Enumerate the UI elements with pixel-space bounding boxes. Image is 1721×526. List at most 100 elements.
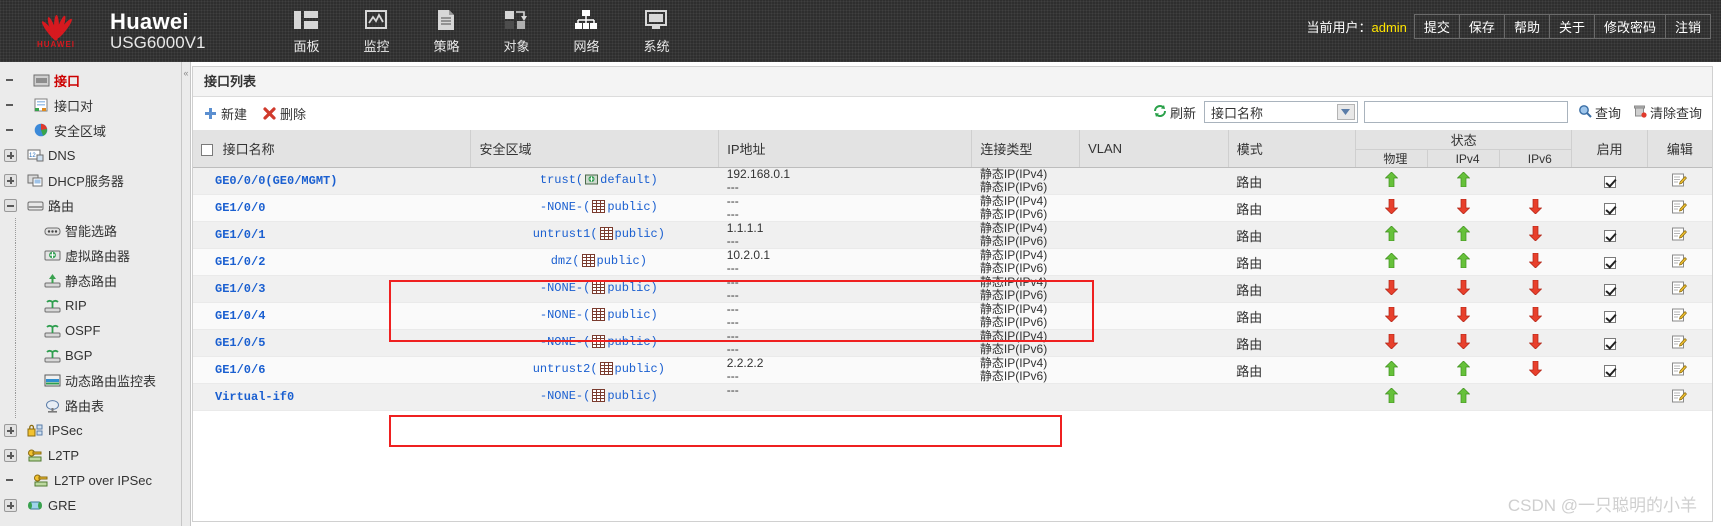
sidebar-item-7[interactable]: 虚拟路由器 xyxy=(0,243,181,268)
edit-icon[interactable] xyxy=(1672,227,1688,244)
enable-checkbox[interactable] xyxy=(1603,256,1616,269)
cell-edit[interactable] xyxy=(1647,329,1712,357)
sidebar-item-6[interactable]: 智能选路 xyxy=(0,218,181,243)
cell-security-zone[interactable]: -NONE-(public) xyxy=(470,302,719,330)
clear-query-button[interactable]: 清除查询 xyxy=(1633,103,1702,122)
sidebar-item-1[interactable]: 接口对 xyxy=(0,93,181,118)
delete-button[interactable]: 删除 xyxy=(263,104,306,123)
cell-enable[interactable] xyxy=(1571,194,1648,222)
cell-security-zone[interactable]: -NONE-(public) xyxy=(470,194,719,222)
sidebar-collapse-button[interactable]: « xyxy=(182,62,191,526)
edit-icon[interactable] xyxy=(1672,200,1688,217)
enable-checkbox[interactable] xyxy=(1603,283,1616,296)
enable-checkbox[interactable] xyxy=(1603,364,1616,377)
enable-checkbox[interactable] xyxy=(1603,337,1616,350)
table-row[interactable]: GE1/0/5 -NONE-(public) --- --- 静态IP(IPv4) 静态I… xyxy=(193,329,1712,357)
cell-interface-name[interactable]: GE1/0/2 xyxy=(193,248,471,276)
header-link-about[interactable]: 关于 xyxy=(1550,15,1595,38)
cell-enable[interactable] xyxy=(1571,302,1648,330)
sidebar-item-12[interactable]: 动态路由监控表 xyxy=(0,368,181,393)
cell-edit[interactable] xyxy=(1647,167,1712,195)
cell-enable[interactable] xyxy=(1571,329,1648,357)
nav-item-network[interactable]: 网络 xyxy=(551,7,621,55)
sidebar-item-3[interactable]: 12 DNS xyxy=(0,143,181,168)
refresh-button[interactable]: 刷新 xyxy=(1153,103,1196,122)
expand-icon[interactable] xyxy=(4,499,17,512)
search-input[interactable] xyxy=(1363,101,1568,123)
table-row[interactable]: GE1/0/4 -NONE-(public) --- --- 静态IP(IPv4) 静态I… xyxy=(193,302,1712,330)
cell-edit[interactable] xyxy=(1647,221,1712,249)
sidebar-item-0[interactable]: 接口 xyxy=(0,68,181,93)
sidebar-item-15[interactable]: L2TP xyxy=(0,443,181,468)
chevron-down-icon[interactable] xyxy=(1336,104,1355,120)
table-row[interactable]: Virtual-if0 -NONE-(public) --- xyxy=(193,383,1712,411)
sidebar-item-9[interactable]: RIP xyxy=(0,293,181,318)
edit-icon[interactable] xyxy=(1672,173,1688,190)
header-link-submit[interactable]: 提交 xyxy=(1415,15,1460,38)
expand-icon[interactable] xyxy=(4,149,17,162)
cell-interface-name[interactable]: GE1/0/5 xyxy=(193,329,471,357)
expand-icon[interactable] xyxy=(4,174,17,187)
table-row[interactable]: GE1/0/1 untrust1(public) 1.1.1.1 --- 静态IP(IP… xyxy=(193,221,1712,249)
cell-interface-name[interactable]: Virtual-if0 xyxy=(193,383,471,411)
sidebar-item-4[interactable]: DHCP服务器 xyxy=(0,168,181,193)
cell-security-zone[interactable]: -NONE-(public) xyxy=(470,329,719,357)
cell-security-zone[interactable]: dmz(public) xyxy=(470,248,719,276)
cell-enable[interactable] xyxy=(1571,167,1648,195)
header-link-logout[interactable]: 注销 xyxy=(1666,15,1710,38)
cell-enable[interactable] xyxy=(1571,221,1648,249)
table-row[interactable]: GE0/0/0(GE0/MGMT) trust(default) 192.168.0… xyxy=(193,167,1712,195)
cell-enable[interactable] xyxy=(1571,275,1648,303)
nav-item-monitor[interactable]: 监控 xyxy=(341,7,411,55)
cell-security-zone[interactable]: untrust2(public) xyxy=(470,356,719,384)
cell-edit[interactable] xyxy=(1647,383,1712,411)
edit-icon[interactable] xyxy=(1672,254,1688,271)
cell-security-zone[interactable]: untrust1(public) xyxy=(470,221,719,249)
cell-edit[interactable] xyxy=(1647,194,1712,222)
enable-checkbox[interactable] xyxy=(1603,175,1616,188)
sidebar-item-5[interactable]: 路由 xyxy=(0,193,181,218)
enable-checkbox[interactable] xyxy=(1603,202,1616,215)
cell-edit[interactable] xyxy=(1647,356,1712,384)
cell-security-zone[interactable]: -NONE-(public) xyxy=(470,383,719,411)
cell-enable[interactable] xyxy=(1571,248,1648,276)
table-row[interactable]: GE1/0/6 untrust2(public) 2.2.2.2 --- 静态IP(IP… xyxy=(193,356,1712,384)
header-link-save[interactable]: 保存 xyxy=(1460,15,1505,38)
edit-icon[interactable] xyxy=(1672,362,1688,379)
edit-icon[interactable] xyxy=(1672,281,1688,298)
sidebar-item-13[interactable]: 路由表 xyxy=(0,393,181,418)
sidebar-item-2[interactable]: 安全区域 xyxy=(0,118,181,143)
new-button[interactable]: 新建 xyxy=(204,104,247,123)
select-all-checkbox[interactable] xyxy=(201,144,213,156)
enable-checkbox[interactable] xyxy=(1603,310,1616,323)
nav-item-dashboard[interactable]: 面板 xyxy=(271,7,341,55)
cell-interface-name[interactable]: GE1/0/3 xyxy=(193,275,471,303)
expand-icon[interactable] xyxy=(4,449,17,462)
cell-interface-name[interactable]: GE1/0/1 xyxy=(193,221,471,249)
edit-icon[interactable] xyxy=(1672,308,1688,325)
cell-edit[interactable] xyxy=(1647,248,1712,276)
filter-field-select[interactable]: 接口名称 xyxy=(1203,101,1358,123)
cell-interface-name[interactable]: GE1/0/6 xyxy=(193,356,471,384)
cell-security-zone[interactable]: -NONE-(public) xyxy=(470,275,719,303)
query-button[interactable]: 查询 xyxy=(1578,103,1621,122)
cell-security-zone[interactable]: trust(default) xyxy=(470,167,719,195)
edit-icon[interactable] xyxy=(1672,389,1688,406)
cell-edit[interactable] xyxy=(1647,302,1712,330)
cell-edit[interactable] xyxy=(1647,275,1712,303)
nav-item-policy[interactable]: 策略 xyxy=(411,7,481,55)
sidebar-item-11[interactable]: BGP xyxy=(0,343,181,368)
cell-interface-name[interactable]: GE0/0/0(GE0/MGMT) xyxy=(193,167,471,195)
cell-interface-name[interactable]: GE1/0/0 xyxy=(193,194,471,222)
table-row[interactable]: GE1/0/2 dmz(public) 10.2.0.1 --- 静态IP(IPv4) 静… xyxy=(193,248,1712,276)
nav-item-system[interactable]: 系统 xyxy=(621,7,691,55)
edit-icon[interactable] xyxy=(1672,335,1688,352)
table-row[interactable]: GE1/0/0 -NONE-(public) --- --- 静态IP(IPv4) 静态I… xyxy=(193,194,1712,222)
expand-icon[interactable] xyxy=(4,424,17,437)
enable-checkbox[interactable] xyxy=(1603,229,1616,242)
table-row[interactable]: GE1/0/3 -NONE-(public) --- --- 静态IP(IPv4) 静态I… xyxy=(193,275,1712,303)
header-link-change-password[interactable]: 修改密码 xyxy=(1595,15,1666,38)
sidebar-item-16[interactable]: L2TP over IPSec xyxy=(0,468,181,493)
header-link-help[interactable]: 帮助 xyxy=(1505,15,1550,38)
sidebar-item-10[interactable]: OSPF xyxy=(0,318,181,343)
